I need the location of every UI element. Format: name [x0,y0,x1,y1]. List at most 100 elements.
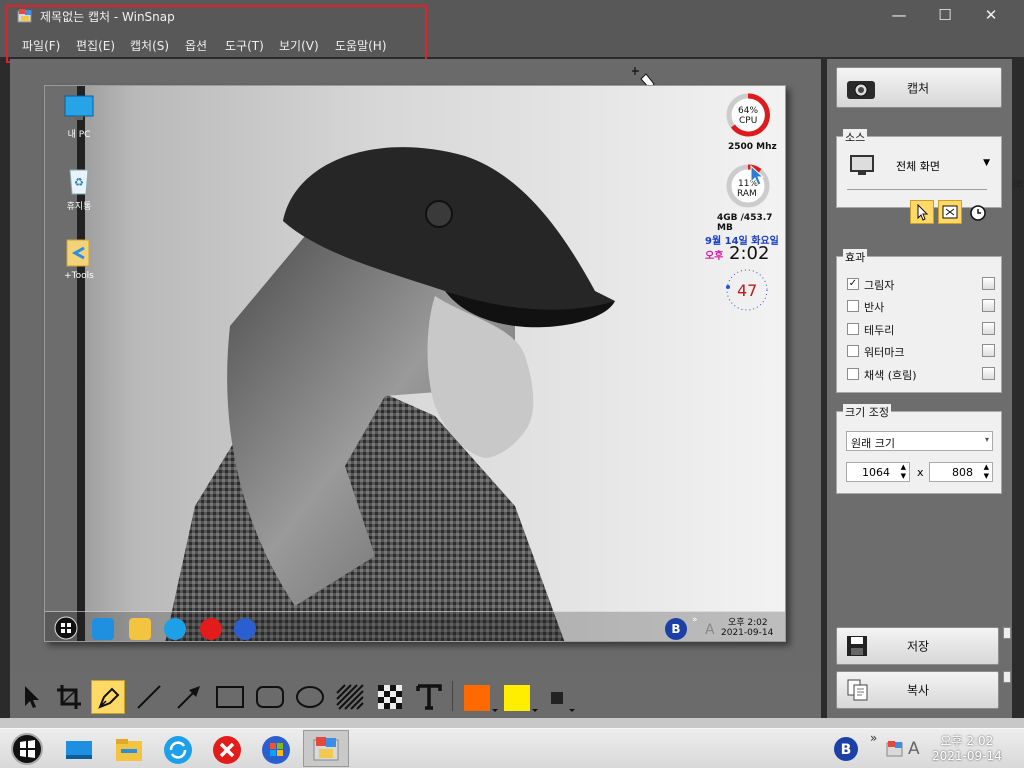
effect-border-checkbox[interactable] [847,323,859,335]
save-button[interactable]: 저장 [836,627,999,665]
taskbar: B » A 오후 2:02 2021-09-14 [0,728,1024,768]
text-t-icon [416,684,442,710]
secondary-color-swatch[interactable] [504,685,530,711]
ellipse-tool[interactable] [292,680,326,714]
b-badge-icon[interactable]: B [833,736,859,762]
menu-capture[interactable]: 캡처(S) [130,37,169,54]
window-title: 제목없는 캡처 - WinSnap [40,10,175,24]
close-button[interactable]: ✕ [968,0,1014,31]
winsnap-taskbar-button[interactable] [303,730,349,767]
menu-edit[interactable]: 편집(E) [76,37,115,54]
show-desktop-icon[interactable] [64,735,94,765]
ime-a-icon: A [705,622,715,638]
window-mode-button[interactable] [938,200,962,224]
line-tool[interactable] [132,680,166,714]
timer-icon [970,205,986,221]
timer-button[interactable] [969,204,989,224]
pixelate-tool[interactable] [372,680,406,714]
clock-time: 오후 2:02 [940,734,994,748]
copy-button[interactable]: 복사 [836,671,999,709]
pen-tool[interactable] [91,680,125,714]
text-tool[interactable] [412,680,446,714]
taskbar-clock[interactable]: 오후 2:02 2021-09-14 [932,732,1002,763]
copy-icon [847,679,868,701]
capture-button[interactable]: 캡처 [836,67,1002,108]
primary-color-swatch[interactable] [464,685,490,711]
windows-update-icon[interactable] [261,735,291,765]
menu-view[interactable]: 보기(V) [279,37,319,54]
desktop-icon-label: +Tools [64,271,94,281]
ampm-text: 오후 [705,251,724,262]
crop-tool[interactable] [52,680,86,714]
menu-help[interactable]: 도움말(H) [335,37,387,54]
pen-icon [98,687,120,709]
desktop-icon-my-pc[interactable]: 내 PC [56,94,102,140]
chevron-down-icon: ▼ [983,158,990,168]
b-badge-icon: B [665,618,687,640]
captured-image[interactable]: 내 PC ♻ 휴지통 +Tools 64% CPU 2500 Mhz 11% R… [44,85,786,642]
effect-settings-button[interactable] [982,367,995,380]
arrow-tool[interactable] [172,680,206,714]
pointer-tool[interactable] [14,680,48,714]
save-options-button[interactable] [1003,627,1011,639]
refresh-icon [164,618,186,640]
minimize-icon: — [891,6,907,24]
effect-reflection-checkbox[interactable] [847,300,859,312]
ellipse-icon [296,686,324,708]
effect-colorize-checkbox[interactable] [847,368,859,380]
source-title: 소스 [843,129,868,145]
monitor-icon [64,95,94,120]
effect-shadow-checkbox[interactable]: ✓ [847,278,859,290]
secondary-color-dropdown-icon[interactable] [532,709,538,712]
start-orb-icon [54,616,78,640]
cursor-icon [917,203,929,221]
menu-file[interactable]: 파일(F) [22,37,60,54]
primary-color-dropdown-icon[interactable] [492,709,498,712]
close-circle-icon [200,618,222,640]
desktop-icon-tools[interactable]: +Tools [56,236,102,281]
rectangle-tool[interactable] [212,680,246,714]
effect-watermark-checkbox[interactable] [847,345,859,357]
pointer-mode-button[interactable] [910,200,934,224]
effect-settings-button[interactable] [982,277,995,290]
refresh-icon[interactable] [163,735,193,765]
close-circle-icon[interactable] [212,735,242,765]
height-input[interactable]: 808 ▲ ▼ [929,462,993,482]
effect-settings-button[interactable] [982,299,995,312]
source-select[interactable]: 전체 화면 ▼ [877,153,992,177]
captured-photo-background [45,86,785,641]
folder-icon [129,618,151,640]
effect-label: 그림자 [864,279,895,292]
times-symbol: x [917,466,924,479]
svg-text:B: B [841,742,852,758]
spinner-arrows-icon[interactable]: ▲ ▼ [901,463,906,481]
minimize-button[interactable]: — [876,0,922,31]
resize-mode-select[interactable]: 원래 크기 ▾ [846,431,993,451]
ime-a-icon[interactable]: A [908,739,920,759]
chevron-icon: » [692,615,698,625]
maximize-button[interactable]: ☐ [922,0,968,31]
width-input[interactable]: 1064 ▲ ▼ [846,462,910,482]
start-button-icon[interactable] [10,732,44,766]
desktop-icon-recycle-bin[interactable]: ♻ 휴지통 [56,164,102,212]
file-explorer-icon[interactable] [114,735,144,765]
desktop-icon-label: 내 PC [67,130,91,140]
winsnap-app-icon [313,737,339,761]
effect-settings-button[interactable] [982,344,995,357]
captured-clock-time: 오후 2:02 [728,618,768,628]
rounded-rectangle-tool[interactable] [252,680,286,714]
menu-bar: 파일(F) 편집(E) 캡처(S) 옵션 도구(T) 보기(V) 도움말(H) [0,31,1024,57]
hatch-tool[interactable] [332,680,366,714]
tray-app-icon[interactable] [886,740,904,758]
show-hidden-icons-chevron-icon[interactable]: » [870,731,877,745]
line-width-button[interactable] [551,692,563,704]
menu-options[interactable]: 옵션 [185,37,207,54]
seconds-text: 47 [737,281,758,300]
floppy-disk-icon [847,636,867,656]
effect-settings-button[interactable] [982,322,995,335]
menu-tools[interactable]: 도구(T) [225,37,264,54]
spinner-arrows-icon[interactable]: ▲ ▼ [984,463,989,481]
copy-options-button[interactable] [1003,671,1011,683]
effects-group: 효과 ✓ 그림자 반사 테두리 워터마크 채색 (흐림) [836,249,1002,393]
line-width-dropdown-icon[interactable] [569,709,575,712]
